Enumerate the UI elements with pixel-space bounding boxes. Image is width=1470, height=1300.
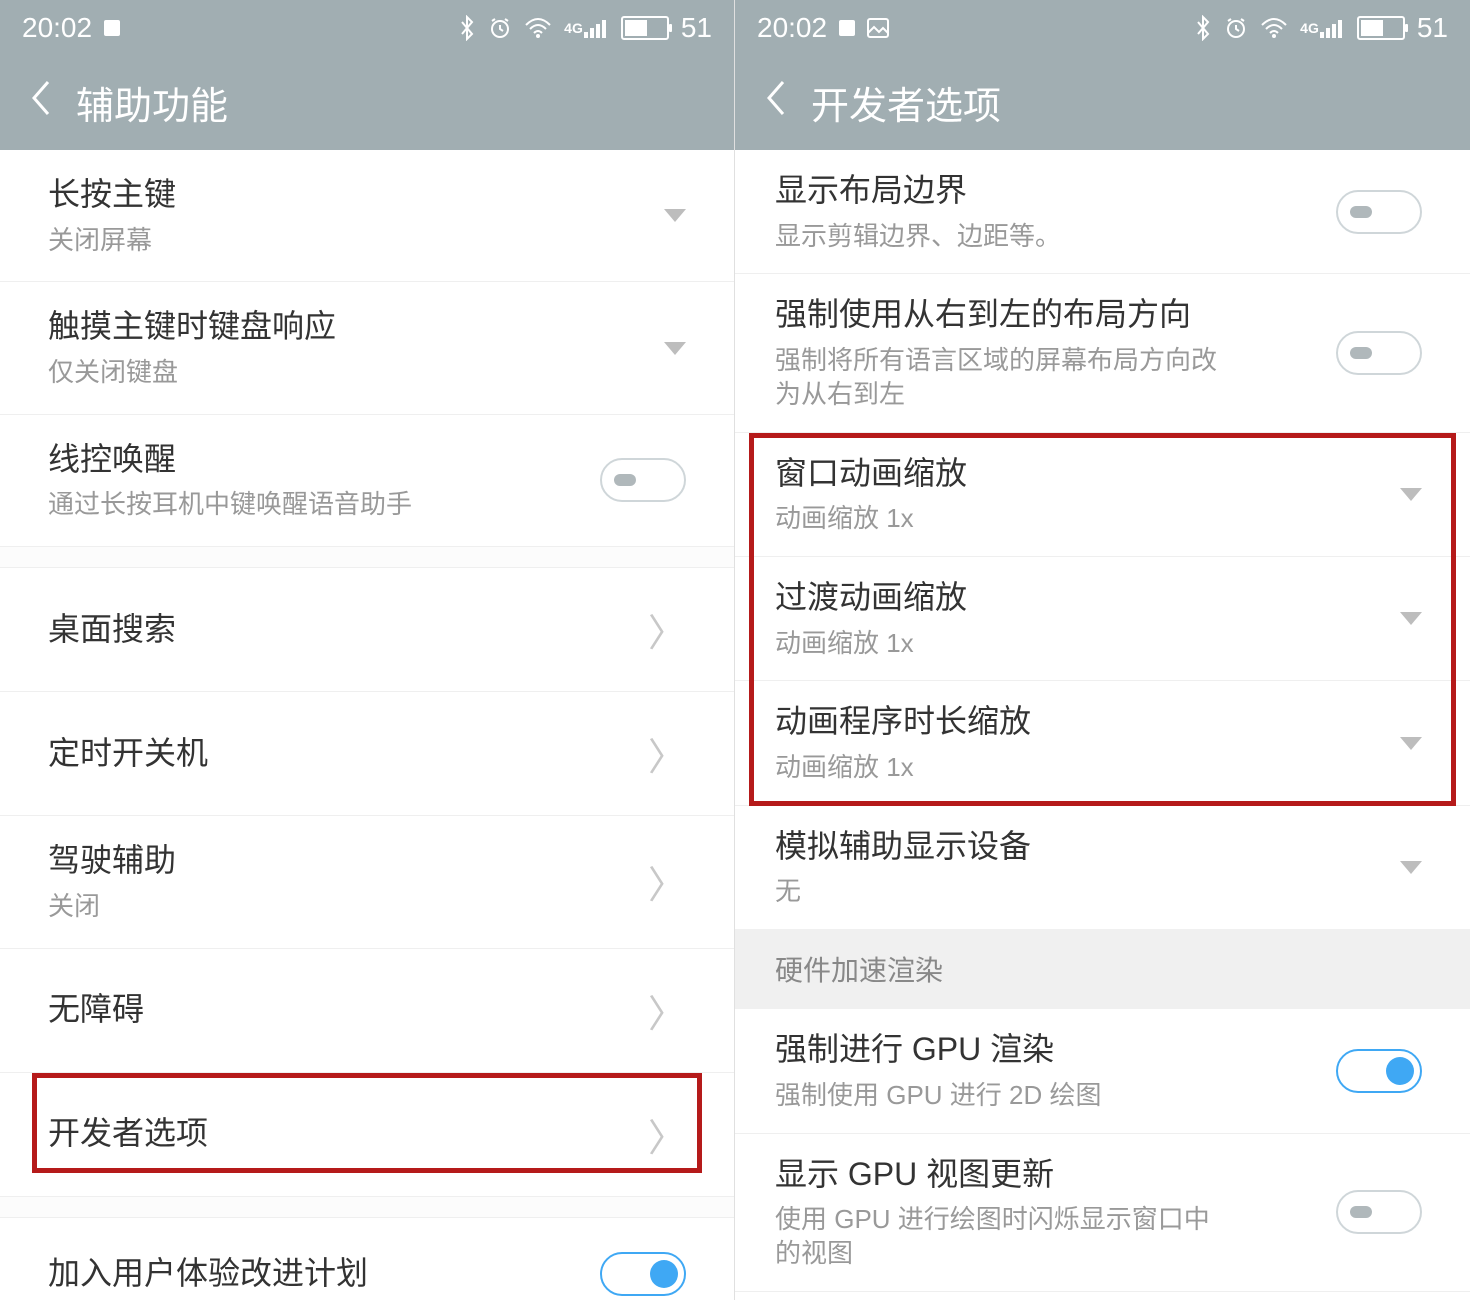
row-sub: 动画缩放 1x bbox=[775, 627, 1400, 661]
signal-icon: 4G bbox=[1300, 18, 1345, 38]
section-hw-accel: 硬件加速渲染 bbox=[735, 929, 1470, 1009]
toggle-force-rtl[interactable] bbox=[1336, 331, 1422, 375]
row-wire-wake[interactable]: 线控唤醒 通过长按耳机中键唤醒语音助手 bbox=[0, 415, 734, 547]
row-transition-anim[interactable]: 过渡动画缩放 动画缩放 1x bbox=[735, 557, 1470, 681]
toggle-user-experience[interactable] bbox=[600, 1252, 686, 1296]
row-title: 触摸主键时键盘响应 bbox=[48, 306, 664, 348]
row-accessibility[interactable]: 无障碍 〉 bbox=[0, 949, 734, 1073]
row-sub: 关闭 bbox=[48, 890, 648, 924]
row-sub: 关闭屏幕 bbox=[48, 224, 664, 258]
status-bar: 20:02 4G 51 bbox=[735, 0, 1470, 55]
row-developer-options[interactable]: 开发者选项 〉 bbox=[0, 1073, 734, 1197]
alarm-icon bbox=[488, 16, 512, 40]
row-force-gpu[interactable]: 强制进行 GPU 渲染 强制使用 GPU 进行 2D 绘图 bbox=[735, 1009, 1470, 1133]
row-title: 定时开关机 bbox=[48, 733, 648, 775]
row-touch-home-keyboard[interactable]: 触摸主键时键盘响应 仅关闭键盘 bbox=[0, 282, 734, 414]
row-sub: 使用 GPU 进行绘图时闪烁显示窗口中的视图 bbox=[775, 1203, 1235, 1271]
row-title: 开发者选项 bbox=[48, 1113, 648, 1155]
row-title: 显示 GPU 视图更新 bbox=[775, 1154, 1336, 1196]
row-title: 加入用户体验改进计划 bbox=[48, 1253, 600, 1295]
row-title: 强制进行 GPU 渲染 bbox=[775, 1029, 1336, 1071]
row-title: 桌面搜索 bbox=[48, 609, 648, 651]
page-title: 开发者选项 bbox=[811, 75, 1001, 130]
row-title: 强制使用从右到左的布局方向 bbox=[775, 294, 1336, 336]
toggle-layout-bounds[interactable] bbox=[1336, 190, 1422, 234]
sim-icon bbox=[837, 18, 857, 38]
bluetooth-icon bbox=[1194, 15, 1212, 41]
image-icon bbox=[867, 18, 889, 38]
row-sub: 通过长按耳机中键唤醒语音助手 bbox=[48, 488, 600, 522]
left-screenshot: 20:02 4G 51 辅助功能 bbox=[0, 0, 735, 1300]
battery-icon bbox=[1357, 16, 1405, 40]
row-title: 模拟辅助显示设备 bbox=[775, 826, 1400, 868]
chevron-right-icon: 〉 bbox=[648, 726, 686, 781]
row-sub: 显示剪辑边界、边距等。 bbox=[775, 220, 1336, 254]
dev-options-list: 显示布局边界 显示剪辑边界、边距等。 强制使用从右到左的布局方向 强制将所有语言… bbox=[735, 150, 1470, 1300]
dropdown-icon bbox=[1400, 861, 1422, 874]
chevron-right-icon: 〉 bbox=[648, 983, 686, 1038]
title-bar: 辅助功能 bbox=[0, 55, 734, 150]
row-user-experience[interactable]: 加入用户体验改进计划 bbox=[0, 1217, 734, 1300]
status-time: 20:02 bbox=[757, 12, 827, 44]
battery-percent: 51 bbox=[1417, 12, 1448, 44]
right-screenshot: 20:02 4G 51 bbox=[735, 0, 1470, 1300]
bluetooth-icon bbox=[458, 15, 476, 41]
row-sub: 仅关闭键盘 bbox=[48, 356, 664, 390]
back-icon[interactable] bbox=[28, 78, 52, 128]
row-desktop-search[interactable]: 桌面搜索 〉 bbox=[0, 567, 734, 692]
toggle-gpu-view-updates[interactable] bbox=[1336, 1190, 1422, 1234]
chevron-right-icon: 〉 bbox=[648, 602, 686, 657]
sim-icon bbox=[102, 18, 122, 38]
wifi-icon bbox=[1260, 17, 1288, 39]
status-bar: 20:02 4G 51 bbox=[0, 0, 734, 55]
chevron-right-icon: 〉 bbox=[648, 854, 686, 909]
chevron-right-icon: 〉 bbox=[648, 1107, 686, 1162]
page-title: 辅助功能 bbox=[76, 75, 228, 130]
signal-icon: 4G bbox=[564, 18, 609, 38]
row-animator-duration[interactable]: 动画程序时长缩放 动画缩放 1x bbox=[735, 681, 1470, 805]
toggle-force-gpu[interactable] bbox=[1336, 1049, 1422, 1093]
status-time: 20:02 bbox=[22, 12, 92, 44]
wifi-icon bbox=[524, 17, 552, 39]
row-sub: 强制使用 GPU 进行 2D 绘图 bbox=[775, 1079, 1336, 1113]
row-force-rtl[interactable]: 强制使用从右到左的布局方向 强制将所有语言区域的屏幕布局方向改为从右到左 bbox=[735, 274, 1470, 432]
row-sub: 动画缩放 1x bbox=[775, 751, 1400, 785]
row-window-anim[interactable]: 窗口动画缩放 动画缩放 1x bbox=[735, 433, 1470, 557]
dropdown-icon bbox=[1400, 488, 1422, 501]
row-scheduled-power[interactable]: 定时开关机 〉 bbox=[0, 692, 734, 816]
row-title: 无障碍 bbox=[48, 989, 648, 1031]
dropdown-icon bbox=[1400, 612, 1422, 625]
alarm-icon bbox=[1224, 16, 1248, 40]
toggle-wire-wake[interactable] bbox=[600, 458, 686, 502]
row-gpu-view-updates[interactable]: 显示 GPU 视图更新 使用 GPU 进行绘图时闪烁显示窗口中的视图 bbox=[735, 1134, 1470, 1292]
dropdown-icon bbox=[1400, 737, 1422, 750]
row-simulate-display[interactable]: 模拟辅助显示设备 无 bbox=[735, 806, 1470, 929]
row-title: 窗口动画缩放 bbox=[775, 453, 1400, 495]
dropdown-icon bbox=[664, 209, 686, 222]
row-title: 线控唤醒 bbox=[48, 439, 600, 481]
battery-icon bbox=[621, 16, 669, 40]
row-hw-layer-updates[interactable]: 显示硬件层更新 bbox=[735, 1292, 1470, 1300]
row-title: 过渡动画缩放 bbox=[775, 577, 1400, 619]
row-sub: 强制将所有语言区域的屏幕布局方向改为从右到左 bbox=[775, 344, 1235, 412]
row-long-press-home[interactable]: 长按主键 关闭屏幕 bbox=[0, 150, 734, 282]
back-icon[interactable] bbox=[763, 78, 787, 128]
row-driving-assist[interactable]: 驾驶辅助 关闭 〉 bbox=[0, 816, 734, 948]
dropdown-icon bbox=[664, 342, 686, 355]
settings-list: 长按主键 关闭屏幕 触摸主键时键盘响应 仅关闭键盘 线控唤醒 通过长按耳机中键唤… bbox=[0, 150, 734, 1300]
row-sub: 无 bbox=[775, 875, 1400, 909]
battery-percent: 51 bbox=[681, 12, 712, 44]
row-layout-bounds[interactable]: 显示布局边界 显示剪辑边界、边距等。 bbox=[735, 150, 1470, 274]
row-title: 驾驶辅助 bbox=[48, 840, 648, 882]
title-bar: 开发者选项 bbox=[735, 55, 1470, 150]
row-sub: 动画缩放 1x bbox=[775, 502, 1400, 536]
row-title: 动画程序时长缩放 bbox=[775, 701, 1400, 743]
row-title: 显示布局边界 bbox=[775, 170, 1336, 212]
row-title: 长按主键 bbox=[48, 174, 664, 216]
